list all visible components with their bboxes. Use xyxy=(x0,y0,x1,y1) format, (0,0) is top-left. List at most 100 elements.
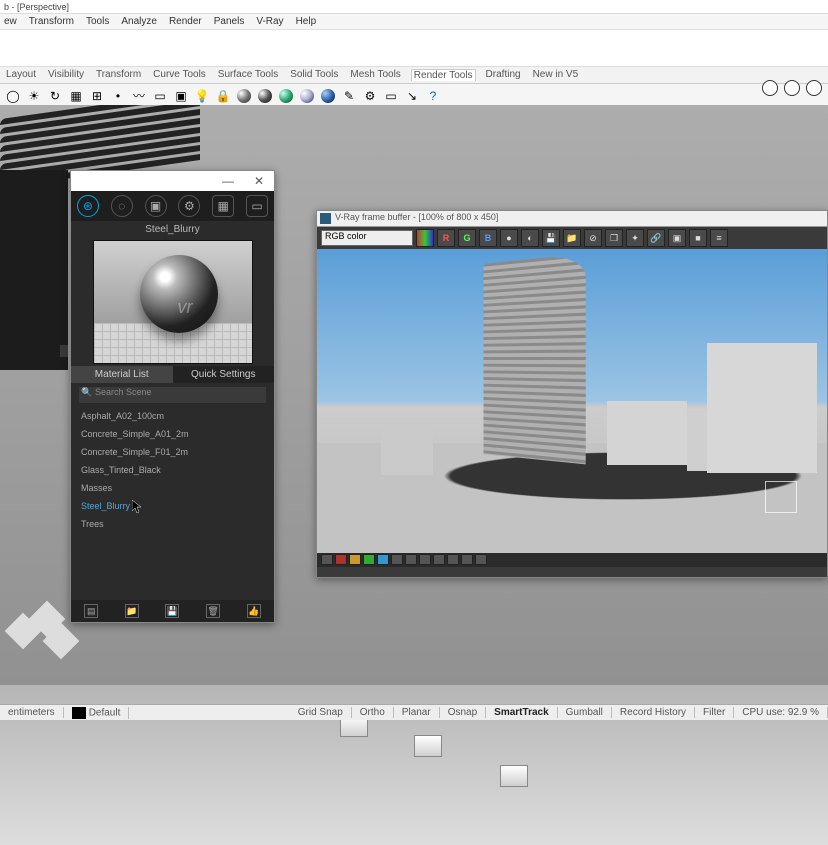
curve-icon[interactable]: 〰 xyxy=(130,87,148,105)
menu-item[interactable]: V-Ray xyxy=(256,16,283,27)
material-ball-icon[interactable] xyxy=(256,87,274,105)
material-preview xyxy=(93,240,253,364)
list-item[interactable]: Concrete_Simple_A01_2m xyxy=(81,425,264,443)
list-item[interactable]: Asphalt_A02_100cm xyxy=(81,407,264,425)
material-ball-icon[interactable] xyxy=(319,87,337,105)
framebuffer-tab-icon[interactable]: ▭ xyxy=(246,195,268,217)
tab-render[interactable]: Render Tools xyxy=(411,69,476,81)
panel-toggle-icon[interactable] xyxy=(60,345,68,357)
rgb-icon[interactable] xyxy=(416,229,434,247)
frame-icon[interactable]: ▦ xyxy=(67,87,85,105)
tab-layout[interactable]: Layout xyxy=(4,69,38,81)
rect-icon[interactable]: ▭ xyxy=(382,87,400,105)
vray-asset-editor: — ✕ ⊛ ◌ ▣ ⚙ ▦ ▭ Steel_Blurry Material Li… xyxy=(70,170,275,623)
tab-curve[interactable]: Curve Tools xyxy=(151,69,208,81)
help-icon[interactable]: ? xyxy=(424,87,442,105)
pipette-icon[interactable]: ✎ xyxy=(340,87,358,105)
tab-newv5[interactable]: New in V5 xyxy=(531,69,581,81)
settings-icon[interactable]: ⚙ xyxy=(361,87,379,105)
material-ball-icon[interactable] xyxy=(235,87,253,105)
delete-icon[interactable]: 🗑 xyxy=(206,604,220,618)
menu-item[interactable]: Render xyxy=(169,16,202,27)
menu-item[interactable]: Help xyxy=(296,16,317,27)
add-icon[interactable]: ▤ xyxy=(84,604,98,618)
vray-stop-icon[interactable] xyxy=(806,80,822,96)
save-icon[interactable]: 💾 xyxy=(542,229,560,247)
loop-icon[interactable]: ↻ xyxy=(46,87,64,105)
sun-icon[interactable]: ☀ xyxy=(25,87,43,105)
panel-titlebar[interactable]: — ✕ xyxy=(71,171,274,191)
tab-drafting[interactable]: Drafting xyxy=(484,69,523,81)
material-ball-icon[interactable] xyxy=(277,87,295,105)
quick-settings-tab[interactable]: Quick Settings xyxy=(173,366,275,383)
stop-icon[interactable]: ■ xyxy=(689,229,707,247)
render-icon[interactable]: ◯ xyxy=(4,87,22,105)
snap-toggle[interactable]: Gumball xyxy=(558,707,612,718)
menu-item[interactable]: Panels xyxy=(214,16,245,27)
point-icon[interactable]: • xyxy=(109,87,127,105)
close-icon[interactable]: ✕ xyxy=(254,174,264,188)
snap-toggle[interactable]: Grid Snap xyxy=(290,707,352,718)
list-item[interactable]: Trees xyxy=(81,515,264,533)
snap-toggle[interactable]: Osnap xyxy=(440,707,486,718)
tab-mesh[interactable]: Mesh Tools xyxy=(348,69,402,81)
tab-solid[interactable]: Solid Tools xyxy=(288,69,340,81)
search-input[interactable]: Search Scene xyxy=(79,387,266,403)
grid-icon[interactable]: ⊞ xyxy=(88,87,106,105)
load-icon[interactable]: 📁 xyxy=(563,229,581,247)
lock-icon[interactable]: 🔒 xyxy=(214,87,232,105)
vray-render-icon[interactable] xyxy=(762,80,778,96)
mono-icon[interactable]: ● xyxy=(500,229,518,247)
channel-g-button[interactable]: G xyxy=(458,229,476,247)
panel-footer: ▤ 📁 💾 🗑 👍 xyxy=(71,600,274,622)
snap-toggle[interactable]: Record History xyxy=(612,707,695,718)
channel-select[interactable]: RGB color xyxy=(321,230,413,246)
snap-toggle[interactable]: SmartTrack xyxy=(486,707,557,718)
clone-icon[interactable]: ❐ xyxy=(605,229,623,247)
channel-r-button[interactable]: R xyxy=(437,229,455,247)
lights-tab-icon[interactable]: ◌ xyxy=(111,195,133,217)
snap-toggle[interactable]: Filter xyxy=(695,707,734,718)
tab-surface[interactable]: Surface Tools xyxy=(216,69,280,81)
menu-item[interactable]: Tools xyxy=(86,16,109,27)
menu-item[interactable]: Transform xyxy=(29,16,74,27)
list-item[interactable]: Concrete_Simple_F01_2m xyxy=(81,443,264,461)
list-item[interactable]: Glass_Tinted_Black xyxy=(81,461,264,479)
track-icon[interactable]: ✦ xyxy=(626,229,644,247)
region-icon[interactable]: ▣ xyxy=(668,229,686,247)
apply-icon[interactable]: 👍 xyxy=(247,604,261,618)
color-swatch xyxy=(72,707,86,719)
bulb-icon[interactable]: 💡 xyxy=(193,87,211,105)
snap-toggle[interactable]: Planar xyxy=(394,707,440,718)
list-item[interactable]: Masses xyxy=(81,479,264,497)
import-icon[interactable]: 📁 xyxy=(125,604,139,618)
correct-icon[interactable]: ≡ xyxy=(710,229,728,247)
tab-transform[interactable]: Transform xyxy=(94,69,143,81)
switch-icon[interactable]: ◐ xyxy=(521,229,539,247)
surface-icon[interactable]: ▭ xyxy=(151,87,169,105)
minimize-icon[interactable]: — xyxy=(222,174,234,188)
settings-tab-icon[interactable]: ⚙ xyxy=(178,195,200,217)
framebuffer-title[interactable]: V-Ray frame buffer - [100% of 800 x 450] xyxy=(317,211,827,227)
vray-interactive-icon[interactable] xyxy=(784,80,800,96)
vray-iconbar xyxy=(762,80,822,96)
tab-visibility[interactable]: Visibility xyxy=(46,69,86,81)
link-icon[interactable]: 🔗 xyxy=(647,229,665,247)
layer-label[interactable]: Default xyxy=(64,707,130,719)
list-item[interactable]: Steel_Blurry xyxy=(81,497,264,515)
channel-b-button[interactable]: B xyxy=(479,229,497,247)
materials-tab-icon[interactable]: ⊛ xyxy=(77,195,99,217)
render-tab-icon[interactable]: ▦ xyxy=(212,195,234,217)
menu-item[interactable]: Analyze xyxy=(121,16,157,27)
menu-item[interactable]: ew xyxy=(4,16,17,27)
clear-icon[interactable]: ⊘ xyxy=(584,229,602,247)
material-list-tab[interactable]: Material List xyxy=(71,366,173,383)
render-output[interactable] xyxy=(317,249,827,553)
material-ball-icon[interactable] xyxy=(298,87,316,105)
geometry-tab-icon[interactable]: ▣ xyxy=(145,195,167,217)
window-title: b - [Perspective] xyxy=(0,0,828,14)
snap-toggle[interactable]: Ortho xyxy=(352,707,394,718)
save-icon[interactable]: 💾 xyxy=(165,604,179,618)
arrow-icon[interactable]: ↘ xyxy=(403,87,421,105)
solid-icon[interactable]: ▣ xyxy=(172,87,190,105)
